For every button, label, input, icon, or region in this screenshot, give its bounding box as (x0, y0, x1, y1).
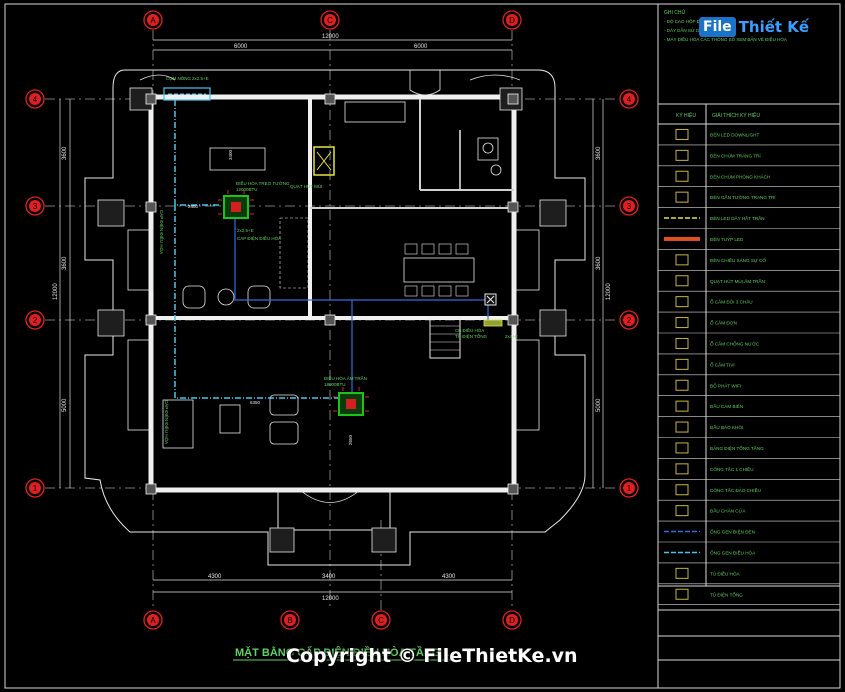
logo-box-text: File (699, 17, 736, 37)
dim-right-c: 5000 (596, 398, 602, 412)
dim-top-total: 12000 (322, 34, 339, 40)
dim-inner-2: 3400 (228, 149, 233, 160)
dim-top-left: 6000 (234, 44, 248, 50)
ann-cable-upper: CÁP ĐIỆN ĐIỀU HÒA (237, 234, 281, 241)
copyright-watermark: Copyright © FileThietKe.vn (286, 645, 578, 667)
brand-logo: File Thiết Kế (699, 10, 819, 44)
legend-item-label: TỦ ĐIỆN TỔNG (710, 590, 743, 597)
ann-unit-lower-spec: 18000BTU (324, 382, 346, 387)
axis-bubble-top-A-label: A (150, 16, 156, 25)
axis-bubble-top-C-label: C (327, 16, 333, 25)
ann-fan: QUẠT HÚT MÙI (290, 183, 322, 189)
dim-left-c: 5000 (62, 398, 68, 412)
axis-bubble-left-4-label: 4 (33, 95, 38, 104)
legend-item-label: BỘ PHÁT WIFI (710, 382, 741, 388)
legend-item-label: TỦ ĐIỀU HÒA (710, 570, 741, 576)
dim-inner-3: 6350 (250, 400, 261, 405)
legend-item-label: Ổ CẮM TIVI (710, 360, 735, 367)
ann-unit-upper-spec: 12000BTU (236, 187, 258, 192)
ann-unit-lower-name: ĐIỀU HÒA ÂM TRẦN (324, 375, 367, 381)
tube-light-icon (664, 236, 700, 241)
legend-item-label: Ổ CẮM ĐƠN (710, 319, 737, 326)
distribution-panel[interactable] (483, 319, 503, 327)
axis-bubble-left-2-label: 2 (33, 316, 38, 325)
legend-item-label: ĐÈN CHÙM TRANG TRÍ (710, 152, 761, 158)
ann-wire-upper: 2x2.5+E (237, 228, 254, 233)
axis-bubble-right-2-label: 2 (627, 316, 632, 325)
legend-item-label: QUẠT HÚT MÙI ÂM TRẦN (710, 278, 765, 284)
ann-panel-label: CB ĐIỀU HÒA (455, 327, 484, 333)
axis-bubble-left-1-label: 1 (33, 484, 38, 493)
dim-right-total: 12000 (606, 283, 612, 300)
legend-item-label: ĐẦU CẢM BIẾN (710, 403, 743, 409)
dim-inner-1: 2400 (188, 204, 199, 209)
ann-panel-spec: TỦ ĐIỆN TỔNG (455, 332, 488, 339)
legend-col-symbol: KÝ HIỆU (676, 111, 696, 119)
dim-bottom-left: 4300 (208, 574, 222, 580)
axis-bubble-bottom-B-label: B (287, 616, 292, 625)
legend-item-label: ĐÈN CHIẾU SÁNG SỰ CỐ (710, 257, 766, 263)
notes-header: GHI CHÚ (664, 9, 686, 16)
cad-drawing-canvas: GHI CHÚ - ĐỘ CAO HỘP ĐIỆN - DÂY DẪN SỬ D… (0, 0, 845, 692)
dim-bottom-mid: 3400 (322, 574, 336, 580)
dim-right-a: 3600 (596, 146, 602, 160)
axis-bubble-bottom-A-label: A (150, 616, 156, 625)
ann-outdoor-2: 2x2.5+E (192, 76, 209, 81)
legend-item-label: ỐNG GEN ĐIỀU HÒA (710, 549, 756, 555)
legend-item-label: ĐẦU CHẶN CỬA (710, 508, 747, 514)
dim-left-a: 3600 (62, 146, 68, 160)
dim-left-total: 12000 (53, 283, 59, 300)
axis-bubble-left-3-label: 3 (33, 202, 38, 211)
dim-top-right: 6000 (414, 44, 428, 50)
logo-text: Thiết Kế (738, 18, 810, 36)
legend-item-label: ĐẦU BÁO KHÓI (710, 424, 743, 430)
junction-box[interactable] (484, 293, 497, 306)
ann-cable-vertical: CÁP ĐIỆN ĐIỀU HÒA (159, 210, 166, 254)
ann-unit-upper-name: ĐIỀU HÒA TREO TƯỜNG (236, 180, 290, 186)
legend-item-label: CÔNG TẮC 1 CHIỀU (710, 465, 754, 472)
dim-bottom-total: 12000 (322, 596, 339, 602)
legend-item-label: Ổ CẮM ĐÔI 3 CHẤU (710, 298, 753, 305)
legend-item-label: ĐÈN GẮN TƯỜNG TRANG TRÍ (710, 193, 776, 200)
dim-bottom-right: 4300 (442, 574, 456, 580)
axis-bubble-right-3-label: 3 (627, 202, 632, 211)
legend-item-label: ĐÈN TUÝP LED (710, 236, 744, 242)
ann-wire-panel: 2x4+E (505, 334, 518, 339)
ann-cable-vertical-2: CÁP ĐIỆN ĐIỀU HÒA (164, 400, 171, 444)
dim-left-b: 3600 (62, 256, 68, 270)
axis-bubble-bottom-C-label: C (378, 616, 384, 625)
legend-item-label: ĐÈN LED DOWNLIGHT (710, 131, 759, 137)
legend-item-label: CÔNG TẮC ĐẢO CHIỀU (710, 486, 761, 493)
legend-item-label: BẢNG ĐIỆN TỔNG TẦNG (710, 444, 764, 451)
legend-item-label: ỐNG GEN ĐIỆN ĐÈN (710, 528, 755, 535)
axis-bubble-right-1-label: 1 (627, 484, 632, 493)
ann-outdoor-1: CỤM NÓNG (166, 75, 191, 81)
legend-item-label: ĐÈN CHÙM PHÒNG KHÁCH (710, 173, 770, 179)
legend-item-label: ĐÈN LED DÂY HẮT TRẦN (710, 214, 765, 221)
dim-inner-4: 2650 (348, 434, 353, 445)
legend-col-desc: GIẢI THÍCH KÝ HIỆU (712, 111, 760, 119)
axis-bubble-top-D-label: D (509, 16, 515, 25)
legend-item-label: Ổ CẮM CHỐNG NƯỚC (710, 339, 760, 346)
axis-bubble-bottom-D-label: D (509, 616, 515, 625)
axis-bubble-right-4-label: 4 (627, 95, 632, 104)
dim-right-b: 3600 (596, 256, 602, 270)
